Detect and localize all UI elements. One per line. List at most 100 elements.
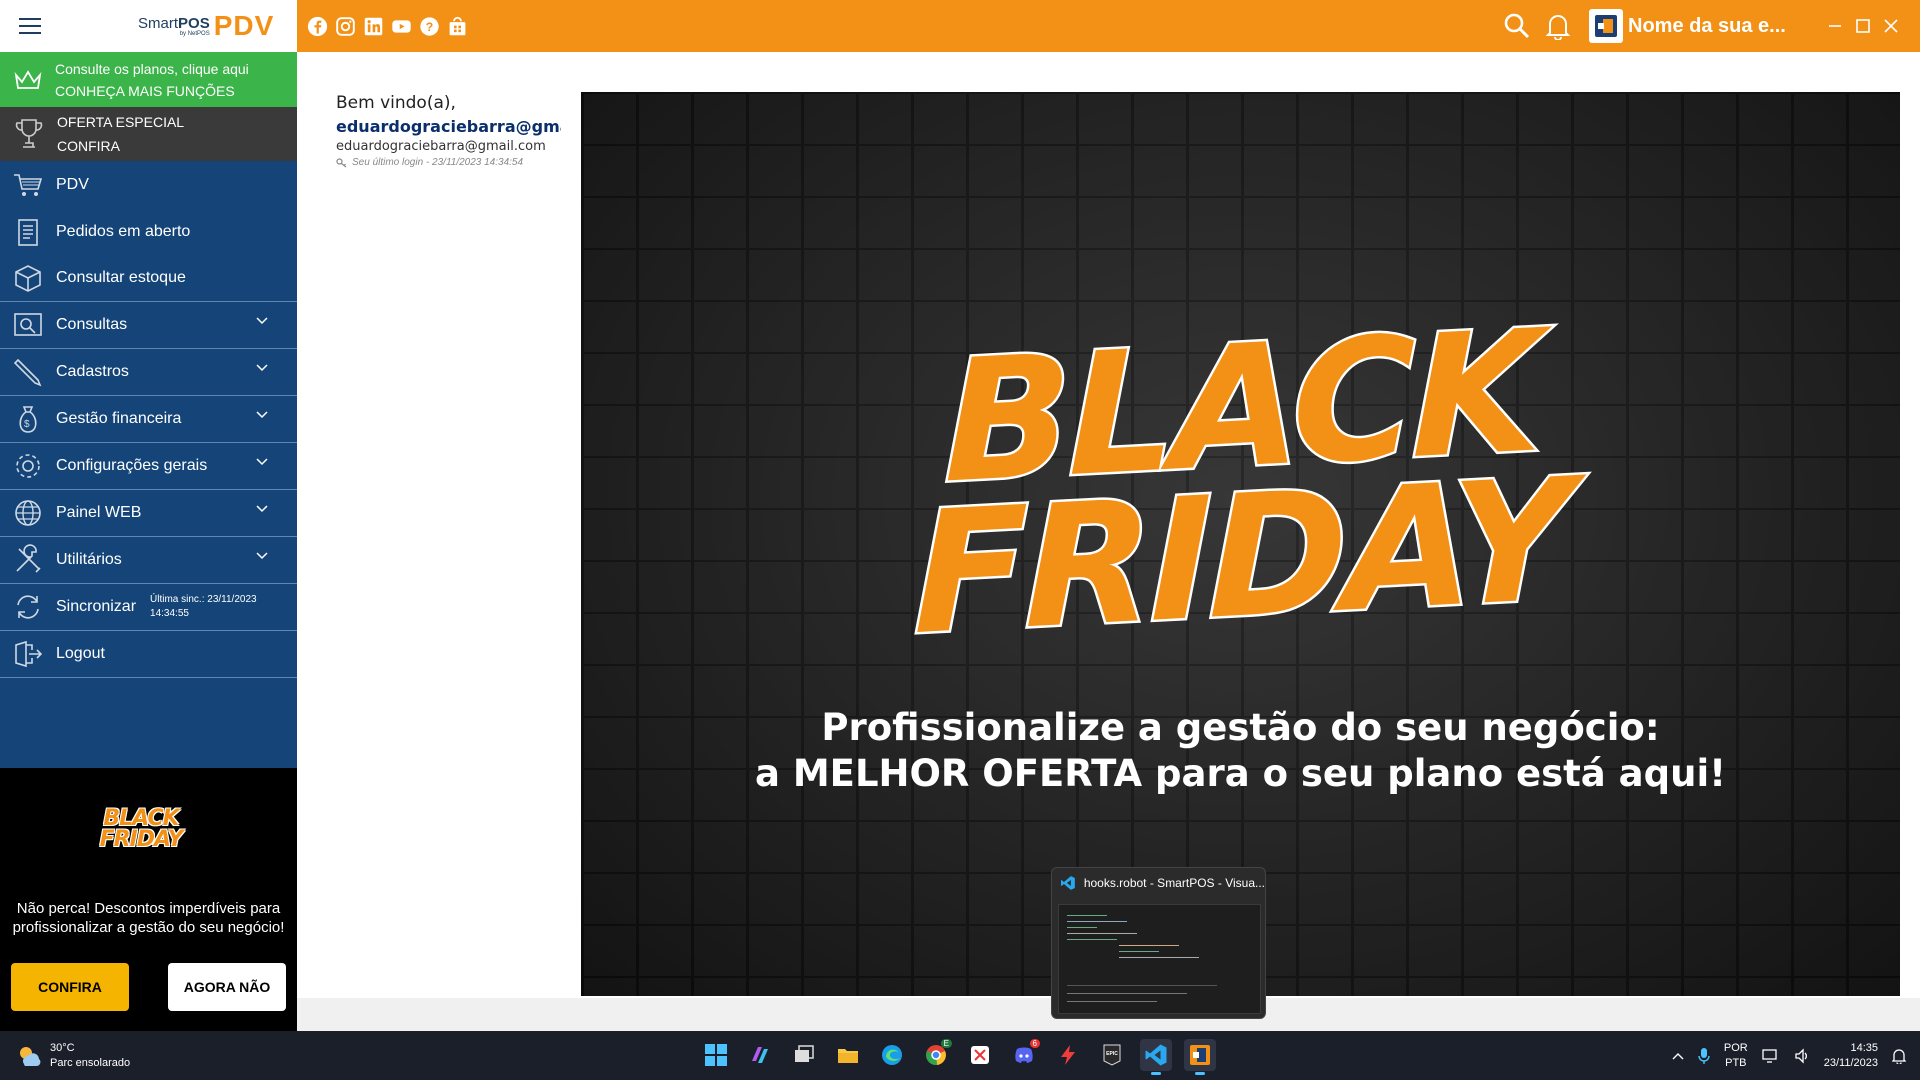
task-view-icon[interactable]	[788, 1039, 820, 1071]
plans-promo-banner[interactable]: Consulte os planos, clique aqui CONHEÇA …	[0, 52, 297, 107]
maximize-icon[interactable]	[1856, 19, 1870, 33]
microphone-icon[interactable]	[1698, 1047, 1710, 1065]
black-friday-logo-line2: FRIDAY	[99, 827, 184, 852]
bell-icon[interactable]	[1545, 12, 1571, 40]
sidebar: SmartPOS by NetPOS PDV Consulte os plano…	[0, 0, 297, 1031]
menu-label: Painel WEB	[56, 504, 142, 521]
black-friday-logo-line1: BLACK	[103, 806, 179, 831]
brand-pos: POS	[178, 14, 210, 32]
clock-date: 23/11/2023	[1823, 1056, 1878, 1069]
copilot-icon[interactable]	[744, 1039, 776, 1071]
instagram-icon[interactable]	[335, 16, 356, 37]
weather-temp: 30°C	[50, 1042, 75, 1054]
crown-icon	[0, 69, 55, 91]
menu-item-painel-web[interactable]: Painel WEB	[0, 490, 297, 537]
black-friday-banner[interactable]: BLACK FRIDAY Profissionalize a gestão do…	[581, 92, 1900, 996]
confira-button[interactable]: CONFIRA	[11, 963, 129, 1011]
weather-widget[interactable]: 30°C Parc ensolarado	[16, 1041, 130, 1071]
chevron-down-icon	[256, 364, 268, 372]
hamburger-menu-icon[interactable]	[0, 0, 60, 52]
logo-bar: SmartPOS by NetPOS PDV	[0, 0, 297, 52]
menu-item-logout[interactable]: Logout	[0, 631, 297, 678]
cart-icon	[0, 169, 56, 201]
menu-item-consultas[interactable]: Consultas	[0, 302, 297, 349]
chevron-down-icon	[256, 458, 268, 466]
banner-subtitle-line2: a MELHOR OFERTA para o seu plano está aq…	[581, 752, 1900, 795]
chevron-up-icon[interactable]	[1672, 1052, 1684, 1060]
thunder-app-icon[interactable]	[1052, 1039, 1084, 1071]
side-promo-panel: BLACK FRIDAY Não perca! Descontos imperd…	[0, 768, 297, 1031]
menu-item-utilitarios[interactable]: Utilitários	[0, 537, 297, 584]
menu-item-gestao-financeira[interactable]: $ Gestão financeira	[0, 396, 297, 443]
epic-games-icon[interactable]: EPIC	[1096, 1039, 1128, 1071]
language-code: POR	[1723, 1041, 1748, 1054]
taskbar-thumbnail-preview[interactable]: hooks.robot - SmartPOS - Visua...	[1051, 867, 1266, 1019]
top-bar: ? Nome da sua e...	[297, 0, 1920, 52]
clock-time: 14:35	[1850, 1041, 1878, 1054]
pencil-icon	[0, 356, 56, 388]
money-bag-icon: $	[0, 403, 56, 435]
youtube-icon[interactable]	[391, 16, 412, 37]
company-logo-icon	[1589, 9, 1623, 43]
chrome-icon[interactable]: E	[920, 1039, 952, 1071]
globe-icon	[0, 497, 56, 529]
network-icon[interactable]	[1762, 1048, 1780, 1064]
sync-info: Última sinc.: 23/11/2023 14:34:55	[150, 593, 257, 621]
start-menu-icon[interactable]	[700, 1039, 732, 1071]
close-icon[interactable]	[1884, 19, 1898, 33]
taskbar-apps: E 6 EPIC	[700, 1039, 1216, 1075]
weather-desc: Parc ensolarado	[50, 1057, 131, 1069]
notification-bell-icon[interactable]	[1892, 1048, 1906, 1064]
vscode-icon	[1060, 876, 1075, 890]
smartpos-taskbar-icon[interactable]	[1184, 1039, 1216, 1075]
banner-title-line2: FRIDAY	[911, 439, 1570, 674]
minimize-icon[interactable]	[1828, 19, 1842, 33]
agora-nao-button[interactable]: AGORA NÃO	[168, 963, 286, 1011]
top-right-area: Nome da sua e...	[1503, 0, 1920, 52]
special-offer-banner[interactable]: OFERTA ESPECIAL CONFIRA	[0, 107, 297, 161]
help-icon[interactable]: ?	[419, 16, 440, 37]
last-login-text: Seu último login - 23/11/2023 14:34:54	[352, 157, 524, 168]
file-explorer-icon[interactable]	[832, 1039, 864, 1071]
brand-pdv: PDV	[213, 10, 275, 41]
side-promo-text-line1: Não perca! Descontos imperdíveis para	[16, 900, 281, 917]
clock[interactable]: 14:35 23/11/2023	[1824, 1041, 1878, 1071]
welcome-panel: Bem vindo(a), eduardograciebarra@gmai ed…	[336, 93, 561, 168]
last-login: Seu último login - 23/11/2023 14:34:54	[336, 157, 561, 168]
menu-item-pedidos[interactable]: Pedidos em aberto	[0, 208, 297, 255]
menu-item-configuracoes[interactable]: Configurações gerais	[0, 443, 297, 490]
store-icon[interactable]	[447, 16, 468, 37]
vscode-taskbar-icon[interactable]	[1140, 1039, 1172, 1075]
menu-item-sincronizar[interactable]: Sincronizar Última sinc.: 23/11/2023 14:…	[0, 584, 297, 631]
language-indicator[interactable]: POR PTB	[1724, 1041, 1748, 1071]
chevron-down-icon	[256, 411, 268, 419]
menu-item-estoque[interactable]: Consultar estoque	[0, 255, 297, 302]
edge-icon[interactable]	[876, 1039, 908, 1071]
company-name: Nome da sua e...	[1628, 14, 1786, 37]
menu-item-cadastros[interactable]: Cadastros	[0, 349, 297, 396]
special-offer-line2: CONFIRA	[57, 138, 120, 154]
company-selector[interactable]: Nome da sua e...	[1589, 9, 1828, 43]
menu-item-pdv[interactable]: PDV	[0, 161, 297, 208]
sync-icon	[0, 591, 56, 623]
search-icon[interactable]	[1503, 12, 1531, 40]
partly-sunny-icon	[20, 1047, 41, 1066]
welcome-greeting: Bem vindo(a),	[336, 93, 456, 113]
snipping-tool-icon[interactable]	[964, 1039, 996, 1071]
facebook-icon[interactable]	[307, 16, 328, 37]
volume-icon[interactable]	[1794, 1047, 1810, 1064]
chevron-down-icon	[256, 552, 268, 560]
menu-label: Pedidos em aberto	[56, 222, 191, 240]
menu-label: Consultar estoque	[56, 269, 186, 286]
banner-line2-bold: MELHOR OFERTA	[792, 752, 1143, 795]
gear-icon	[0, 450, 56, 482]
discord-icon[interactable]: 6	[1008, 1039, 1040, 1071]
keyboard-layout: PTB	[1725, 1056, 1747, 1069]
linkedin-icon[interactable]	[363, 16, 384, 37]
logout-icon	[0, 638, 56, 670]
svg-text:EPIC: EPIC	[1106, 1051, 1118, 1057]
chevron-down-icon	[256, 505, 268, 513]
svg-text:$: $	[24, 419, 30, 430]
brand-logo: SmartPOS by NetPOS PDV	[138, 10, 274, 42]
trophy-icon	[0, 117, 57, 151]
